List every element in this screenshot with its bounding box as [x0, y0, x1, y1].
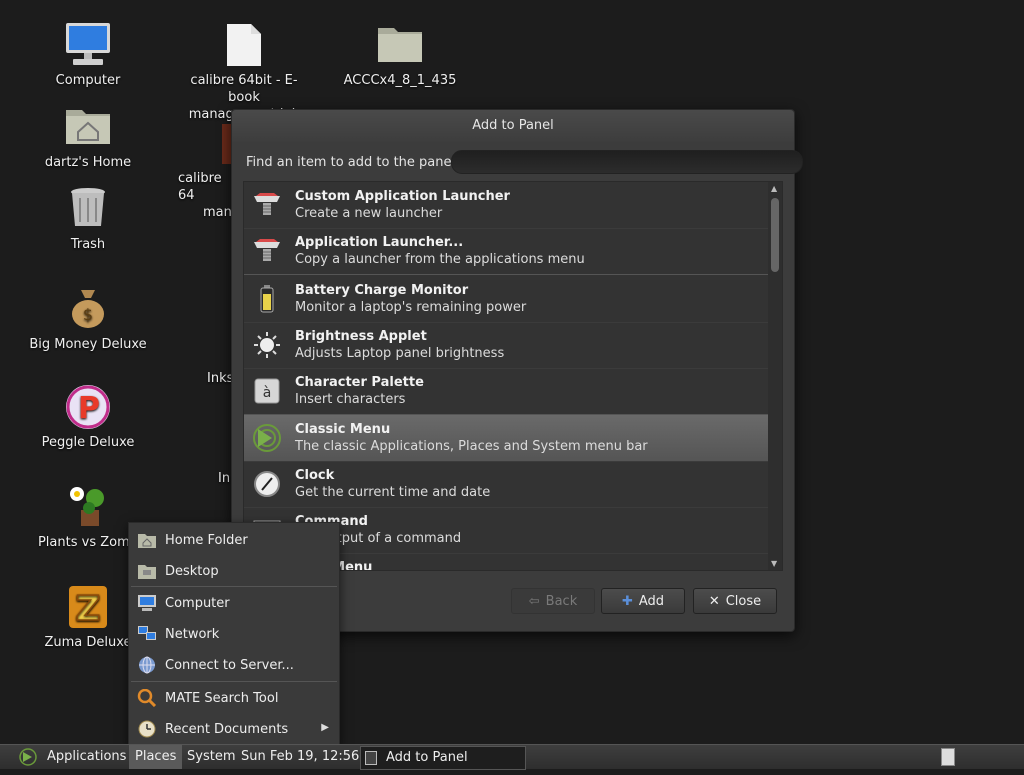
list-item[interactable]: Classic Menu The classic Applications, P… [244, 415, 768, 462]
home-folder-icon [63, 102, 113, 152]
desktop-icon-trash[interactable]: Trash [23, 184, 153, 253]
applications-menu[interactable]: Applications [47, 745, 126, 769]
launcher-icon [252, 190, 282, 220]
dialog-title: Add to Panel [232, 110, 794, 142]
folder-icon [375, 20, 425, 70]
taskbar-button-add-to-panel[interactable]: Add to Panel [360, 746, 526, 770]
desktop-icon-calibre[interactable]: calibre 64 man [150, 124, 240, 221]
window-icon [365, 751, 377, 765]
list-item[interactable]: à Character Palette Insert characters [244, 368, 768, 415]
places-menu-button[interactable]: Places [129, 745, 183, 769]
scroll-thumb[interactable] [771, 198, 779, 272]
add-button[interactable]: ✚ Add [601, 588, 685, 614]
menu-separator [131, 586, 337, 587]
menu-item-search-tool[interactable]: MATE Search Tool [129, 683, 339, 713]
globe-icon [137, 656, 157, 674]
computer-icon [137, 594, 157, 612]
money-bag-icon: $ [63, 284, 113, 334]
desktop-icon-big-money[interactable]: $ Big Money Deluxe [23, 284, 153, 353]
file-icon [219, 20, 269, 70]
desktop-icon-peggle[interactable]: P Peggle Deluxe [23, 382, 153, 451]
zuma-icon: Z [63, 582, 113, 632]
trash-icon [63, 184, 113, 234]
scroll-down-arrow-icon[interactable]: ▼ [771, 559, 777, 568]
menu-item-network[interactable]: Network [129, 619, 339, 649]
brightness-icon [252, 330, 282, 360]
network-icon [137, 625, 157, 643]
find-label: Find an item to add to the panel: [246, 155, 460, 170]
svg-text:P: P [78, 391, 100, 426]
menu-item-connect-to-server[interactable]: Connect to Server... [129, 650, 339, 680]
list-item[interactable]: Clock Get the current time and date [244, 461, 768, 508]
battery-icon [252, 284, 282, 314]
workspace-switcher-icon[interactable] [941, 748, 955, 766]
peggle-icon: P [63, 382, 113, 432]
list-item[interactable]: Application Launcher... Copy a launcher … [244, 228, 768, 275]
places-menu: Home Folder Desktop Computer Network Con… [128, 522, 340, 746]
back-button[interactable]: ⇦ Back [511, 588, 595, 614]
menu-item-desktop[interactable]: Desktop [129, 556, 339, 586]
svg-text:Z: Z [76, 589, 101, 629]
list-scrollbar[interactable]: ▲ ▼ [768, 182, 782, 570]
classic-menu-icon [252, 423, 282, 453]
plants-icon [63, 482, 113, 532]
svg-text:à: à [263, 385, 272, 401]
menu-item-computer[interactable]: Computer [129, 588, 339, 618]
desktop-icon-calibre-lnk[interactable]: calibre 64bit - E-book management.lnk [179, 20, 309, 123]
system-menu[interactable]: System [187, 745, 235, 769]
submenu-arrow-icon: ▶ [321, 722, 329, 733]
list-item[interactable]: Battery Charge Monitor Monitor a laptop'… [244, 276, 768, 323]
menu-item-home-folder[interactable]: Home Folder [129, 525, 339, 555]
search-icon [137, 688, 157, 708]
clock-icon [252, 469, 282, 499]
desktop-icon-home[interactable]: dartz's Home [23, 102, 153, 171]
desktop-icon-computer[interactable]: Computer [23, 20, 153, 89]
launcher-icon [252, 236, 282, 266]
home-folder-icon [137, 531, 157, 549]
menu-separator [131, 681, 337, 682]
character-palette-icon: à [252, 376, 282, 406]
bottom-panel: Applications Places System Sun Feb 19, 1… [0, 744, 1024, 770]
desktop-folder-icon [137, 562, 157, 580]
back-arrow-icon: ⇦ [528, 593, 540, 609]
scroll-up-arrow-icon[interactable]: ▲ [771, 184, 777, 193]
list-item[interactable]: Custom Application Launcher Create a new… [244, 182, 768, 229]
close-button[interactable]: ✕ Close [693, 588, 777, 614]
computer-icon [63, 20, 113, 70]
find-input[interactable] [451, 150, 803, 174]
plus-icon: ✚ [621, 593, 633, 609]
menu-item-recent-documents[interactable]: Recent Documents ▶ [129, 714, 339, 744]
recent-documents-icon [137, 720, 157, 738]
svg-text:$: $ [83, 305, 93, 324]
panel-clock[interactable]: Sun Feb 19, 12:56 [241, 745, 359, 769]
list-item[interactable]: Brightness Applet Adjusts Laptop panel b… [244, 322, 768, 369]
close-icon: ✕ [708, 593, 720, 609]
mate-logo-icon[interactable] [18, 748, 38, 766]
applet-list[interactable]: Custom Application Launcher Create a new… [243, 181, 783, 571]
desktop-icon-acccx4[interactable]: ACCCx4_8_1_435 [335, 20, 465, 89]
